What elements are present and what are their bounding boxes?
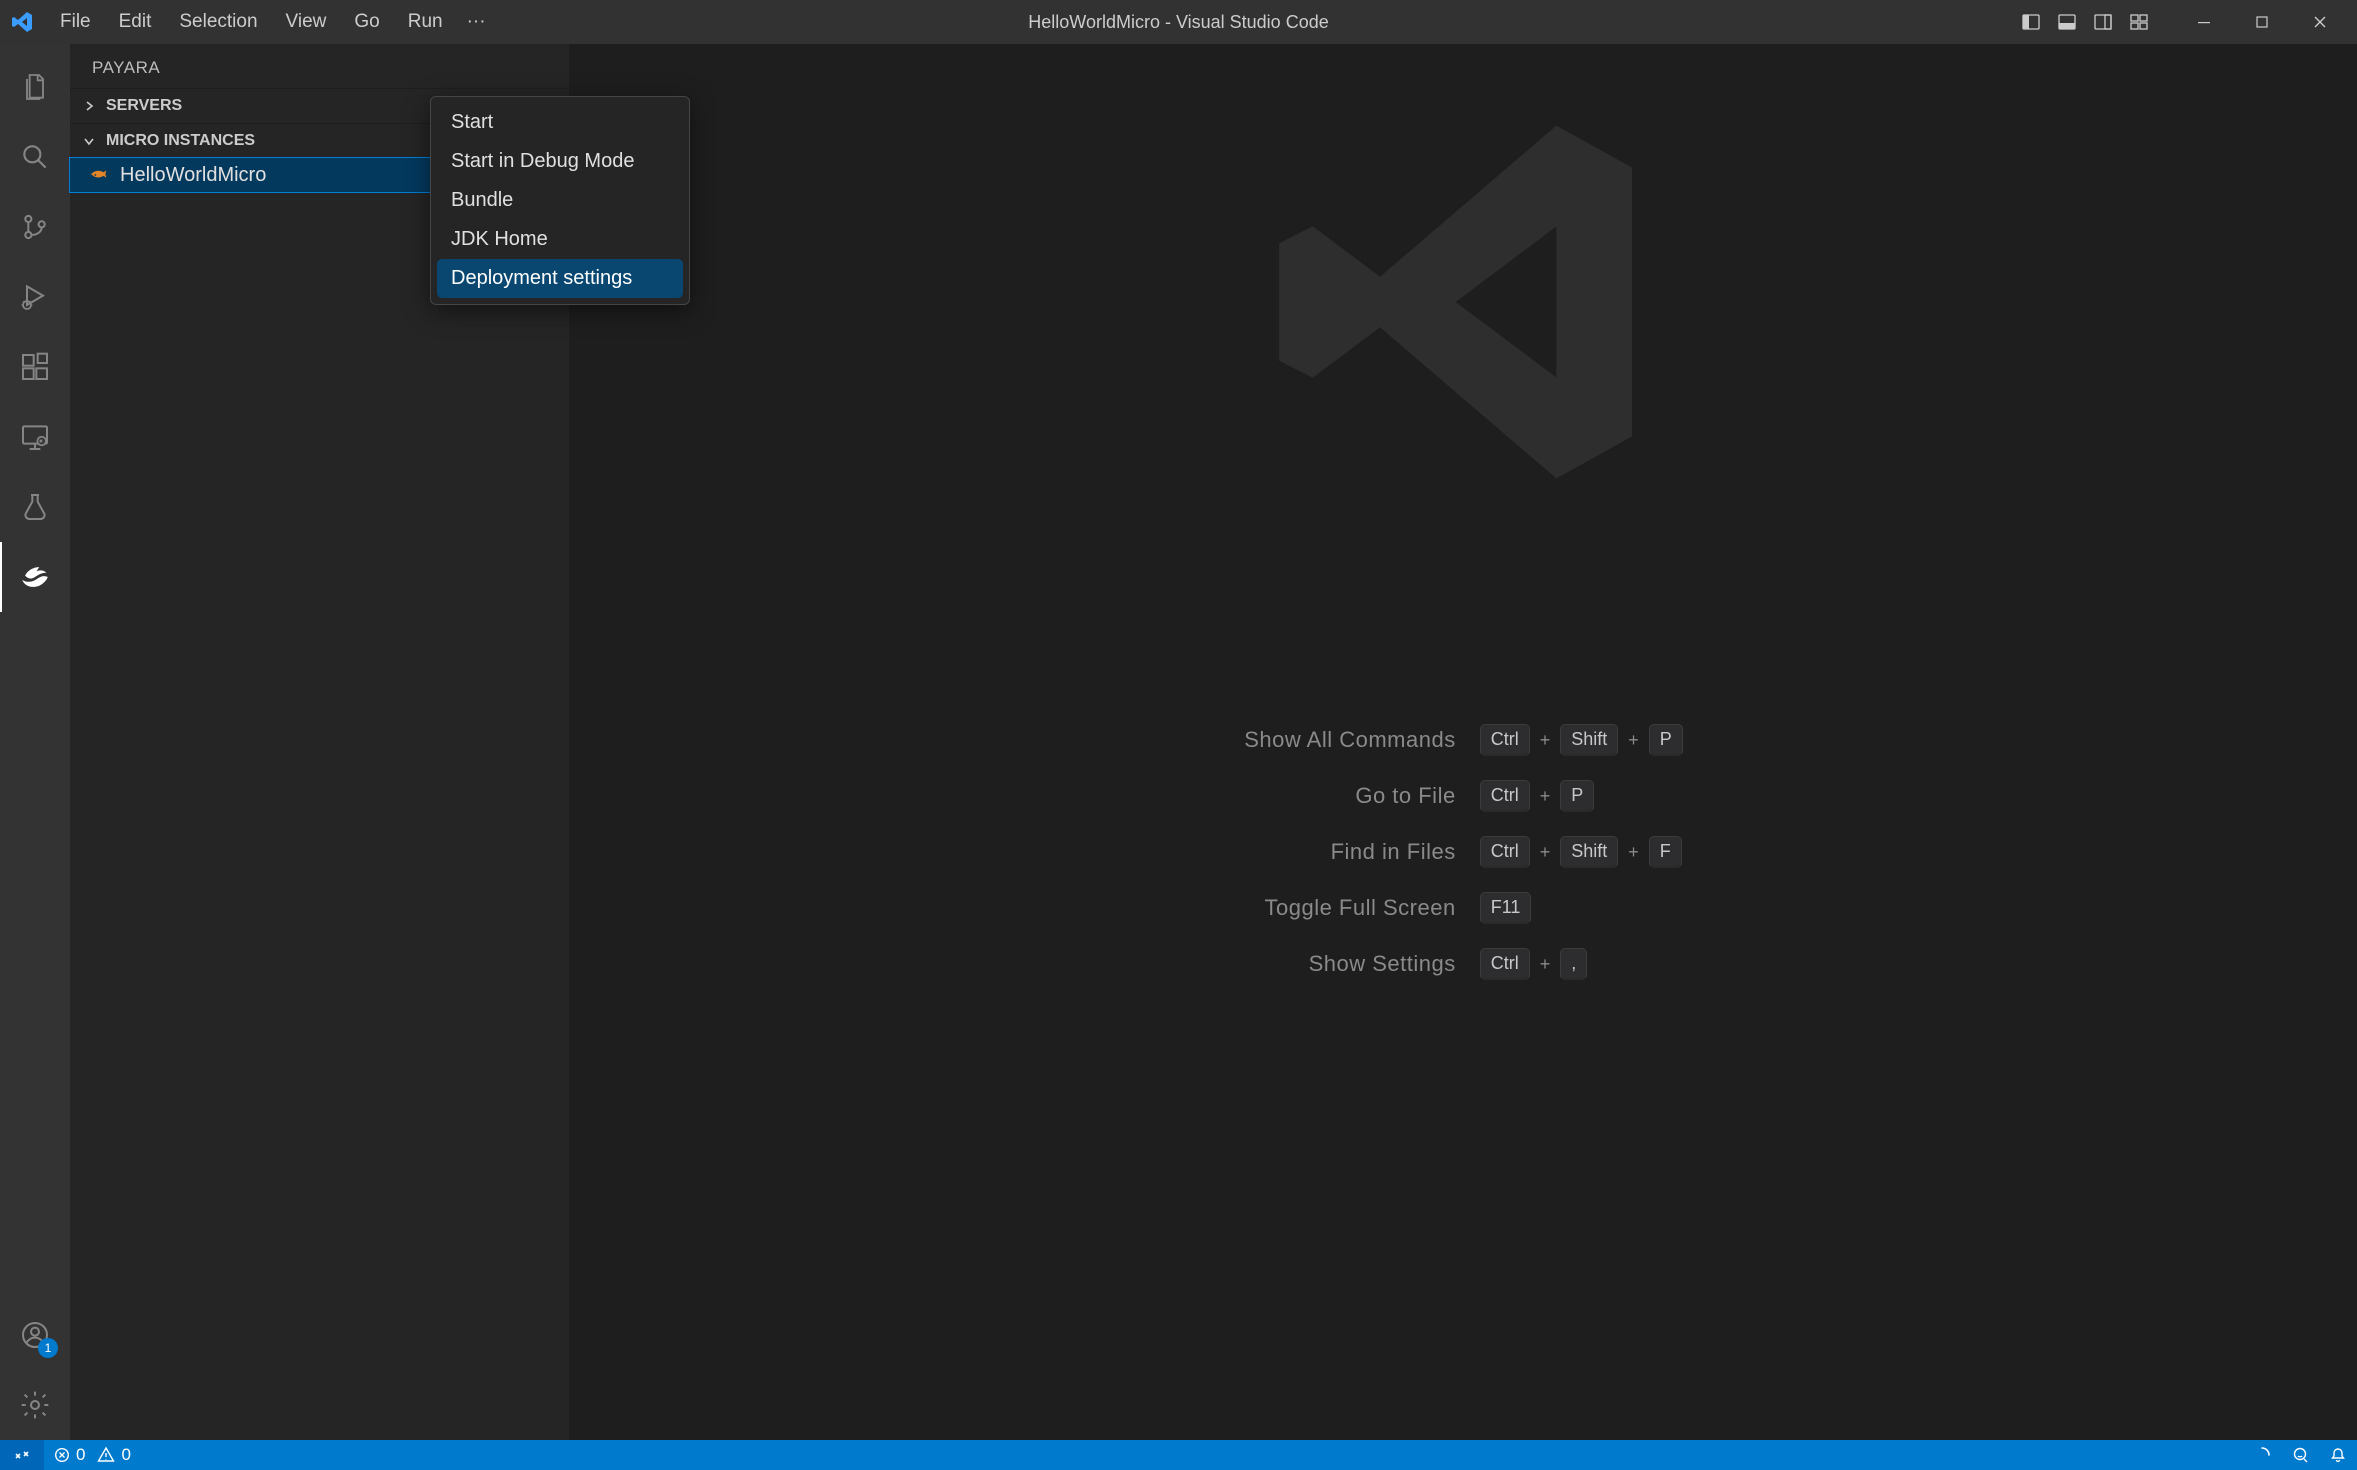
ctx-item-start-debug[interactable]: Start in Debug Mode [437, 142, 683, 181]
chevron-down-icon [80, 132, 98, 150]
shortcut-keys: F11 [1480, 892, 1683, 924]
status-spinner-icon[interactable] [2243, 1440, 2281, 1470]
menu-go[interactable]: Go [340, 5, 393, 39]
payara-fish-icon [88, 164, 110, 186]
keycap: Ctrl [1480, 724, 1530, 756]
activity-search-icon[interactable] [0, 122, 70, 192]
activity-extensions-icon[interactable] [0, 332, 70, 402]
ctx-item-deployment-settings[interactable]: Deployment settings [437, 259, 683, 298]
shortcut-label: Find in Files [1244, 839, 1455, 865]
activity-explorer-icon[interactable] [0, 52, 70, 122]
accounts-badge: 1 [38, 1338, 58, 1358]
shortcut-label: Go to File [1244, 783, 1455, 809]
editor-area: Show All Commands Ctrl+ Shift+ P Go to F… [570, 44, 2357, 1440]
keycap: Ctrl [1480, 948, 1530, 980]
window-title: HelloWorldMicro - Visual Studio Code [1028, 12, 1328, 33]
shortcut-keys: Ctrl+ Shift+ F [1480, 836, 1683, 868]
shortcut-label: Show All Commands [1244, 727, 1455, 753]
side-bar: PAYARA SERVERS MICRO INSTANCES Hel [70, 44, 570, 1440]
ctx-item-jdk-home[interactable]: JDK Home [437, 220, 683, 259]
status-remote-icon[interactable] [0, 1440, 44, 1470]
chevron-right-icon [80, 97, 98, 115]
menu-run[interactable]: Run [394, 5, 457, 39]
shortcut-label: Toggle Full Screen [1244, 895, 1455, 921]
status-problems[interactable]: 0 0 [44, 1440, 141, 1470]
error-count: 0 [76, 1445, 85, 1465]
sidebar-view-title: PAYARA [70, 44, 569, 88]
menu-file[interactable]: File [46, 5, 105, 39]
menu-bar: File Edit Selection View Go Run ··· [46, 5, 496, 39]
warning-count: 0 [121, 1445, 130, 1465]
keycap: Shift [1560, 724, 1618, 756]
activity-testing-icon[interactable] [0, 472, 70, 542]
keycap: P [1560, 780, 1594, 812]
vscode-logo-icon [8, 8, 36, 36]
activity-bar: 1 [0, 44, 70, 1440]
keycap: F [1649, 836, 1682, 868]
ctx-item-start[interactable]: Start [437, 103, 683, 142]
keycap: Shift [1560, 836, 1618, 868]
vscode-watermark-icon [1254, 92, 1674, 512]
activity-payara-icon[interactable] [0, 542, 70, 612]
vscode-window: File Edit Selection View Go Run ··· Hell… [0, 0, 2357, 1470]
customize-layout-icon[interactable] [2121, 4, 2157, 40]
activity-remote-explorer-icon[interactable] [0, 402, 70, 472]
section-label: MICRO INSTANCES [106, 132, 255, 150]
status-notifications-icon[interactable] [2319, 1440, 2357, 1470]
window-close-icon[interactable] [2291, 0, 2349, 44]
welcome-shortcuts: Show All Commands Ctrl+ Shift+ P Go to F… [1244, 724, 1683, 980]
keycap: , [1560, 948, 1587, 980]
shortcut-keys: Ctrl+ P [1480, 780, 1683, 812]
context-menu: Start Start in Debug Mode Bundle JDK Hom… [430, 96, 690, 305]
menu-view[interactable]: View [272, 5, 341, 39]
shortcut-label: Show Settings [1244, 951, 1455, 977]
toggle-secondary-sidebar-icon[interactable] [2085, 4, 2121, 40]
error-icon [54, 1447, 70, 1463]
activity-settings-icon[interactable] [0, 1370, 70, 1440]
menu-selection[interactable]: Selection [165, 5, 271, 39]
keycap: Ctrl [1480, 780, 1530, 812]
window-maximize-icon[interactable] [2233, 0, 2291, 44]
toggle-panel-icon[interactable] [2049, 4, 2085, 40]
toggle-primary-sidebar-icon[interactable] [2013, 4, 2049, 40]
keycap: Ctrl [1480, 836, 1530, 868]
keycap: P [1649, 724, 1683, 756]
menu-overflow-icon[interactable]: ··· [457, 5, 496, 39]
title-bar-right [2013, 0, 2349, 44]
shortcut-keys: Ctrl+ , [1480, 948, 1683, 980]
shortcut-keys: Ctrl+ Shift+ P [1480, 724, 1683, 756]
menu-edit[interactable]: Edit [105, 5, 166, 39]
main-area: 1 PAYARA SERVERS MICRO INSTANCES [0, 44, 2357, 1440]
activity-source-control-icon[interactable] [0, 192, 70, 262]
section-label: SERVERS [106, 97, 182, 115]
status-bar: 0 0 [0, 1440, 2357, 1470]
ctx-item-bundle[interactable]: Bundle [437, 181, 683, 220]
status-feedback-icon[interactable] [2281, 1440, 2319, 1470]
title-bar: File Edit Selection View Go Run ··· Hell… [0, 0, 2357, 44]
warning-icon [97, 1446, 115, 1464]
keycap: F11 [1480, 892, 1532, 924]
tree-item-label: HelloWorldMicro [120, 164, 266, 187]
window-minimize-icon[interactable] [2175, 0, 2233, 44]
activity-run-debug-icon[interactable] [0, 262, 70, 332]
activity-accounts-icon[interactable]: 1 [0, 1300, 70, 1370]
